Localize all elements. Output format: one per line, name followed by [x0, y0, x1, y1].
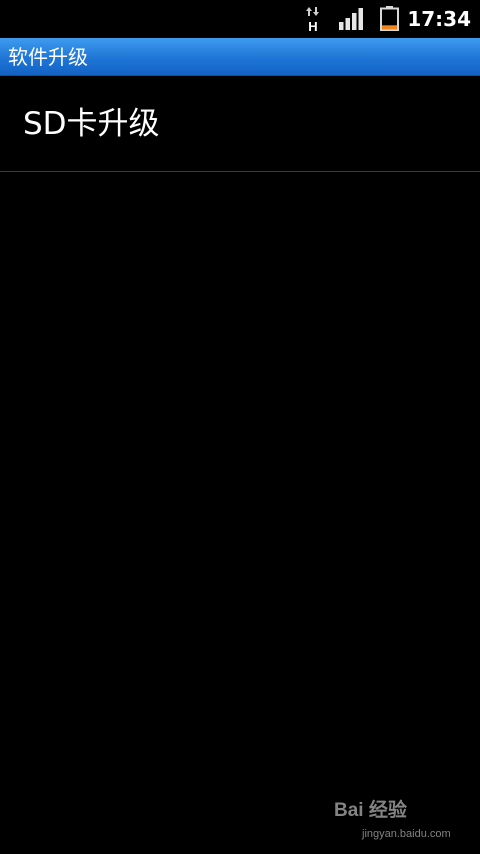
watermark-logo: Bai 经验 — [334, 800, 407, 821]
watermark-url: jingyan.baidu.com — [362, 828, 451, 840]
page-title: 软件升级 — [8, 45, 88, 69]
battery-icon — [380, 6, 399, 31]
status-bar: H 17:34 — [0, 0, 480, 38]
network-type-label: H — [308, 19, 317, 32]
clock: 17:34 — [407, 7, 471, 31]
data-transfer-arrows-icon: H — [306, 7, 319, 32]
screen: H 17:34 软件升级 SD卡升级 Bai 经验 jingyan.baidu.… — [0, 0, 480, 854]
signal-strength-icon — [339, 8, 363, 30]
list-item-label: SD卡升级 — [23, 106, 160, 142]
baidu-jingyan-watermark: Bai 经验 jingyan.baidu.com — [334, 798, 474, 846]
list-item-sd-card-upgrade[interactable]: SD卡升级 — [0, 76, 480, 172]
title-bar: 软件升级 — [0, 38, 480, 76]
